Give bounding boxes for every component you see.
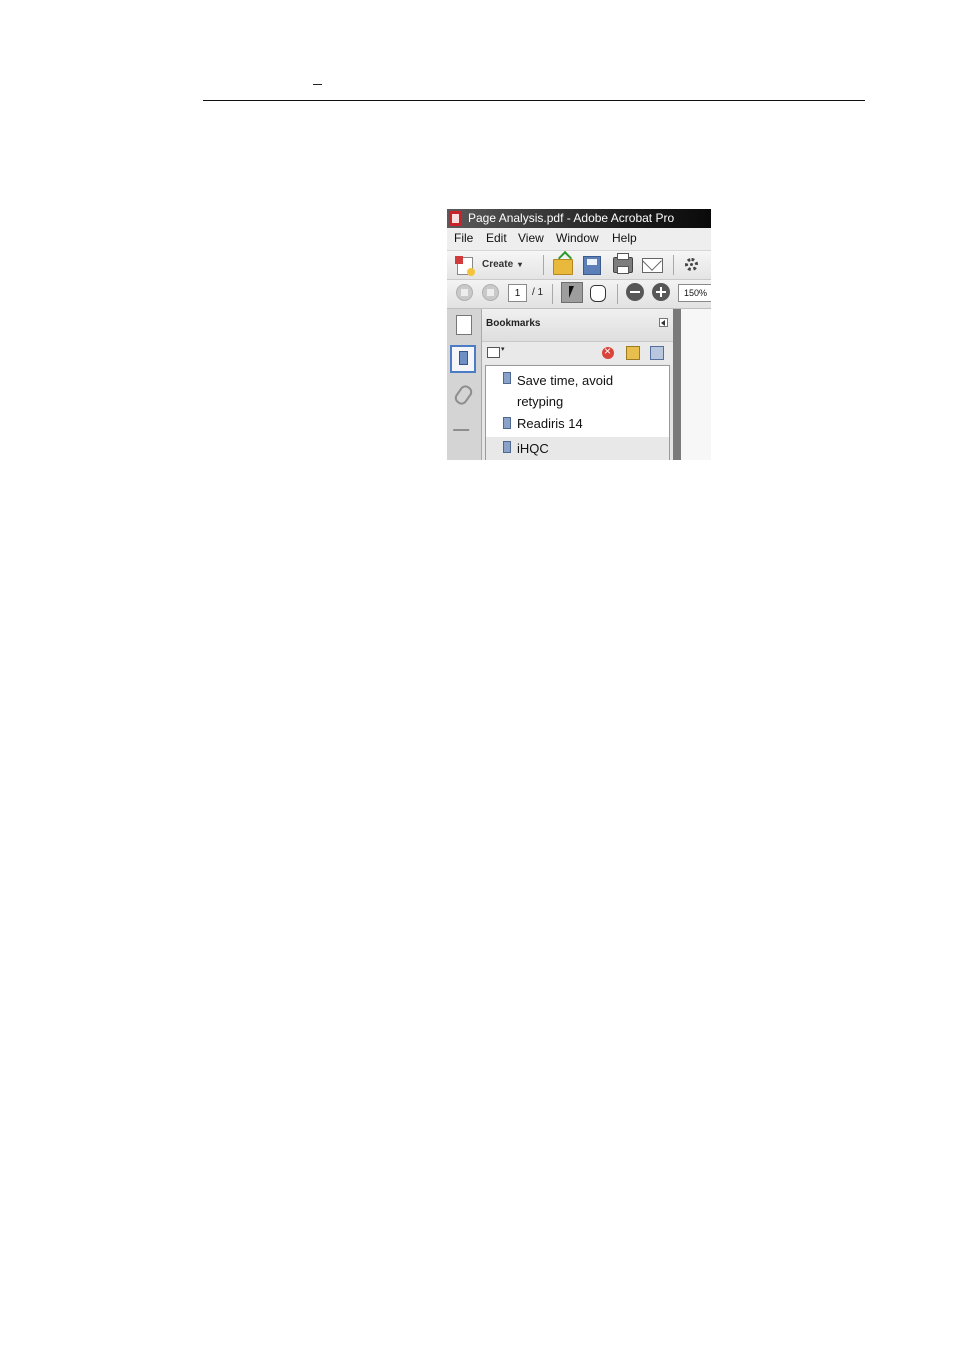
select-tool-icon[interactable] (561, 282, 583, 303)
header-rule (203, 100, 865, 101)
toolbar-separator (552, 284, 553, 304)
bookmark-label-line2: retyping (517, 394, 564, 409)
create-label: Create (482, 259, 514, 270)
toolbar-separator (673, 255, 674, 275)
page-total: / 1 (532, 287, 544, 298)
pdf-app-icon (449, 211, 462, 226)
panel-divider[interactable] (673, 309, 681, 460)
save-icon[interactable] (583, 256, 601, 275)
bookmark-icon (503, 372, 511, 384)
navigation-pane-rail (447, 309, 482, 460)
menu-file[interactable]: File (454, 228, 473, 249)
delete-bookmark-icon[interactable] (602, 344, 614, 359)
window-title: Page Analysis.pdf - Adobe Acrobat Pro (468, 211, 675, 225)
bookmark-item[interactable]: Save time, avoid retyping (486, 368, 669, 412)
bookmark-label: iHQC (517, 441, 549, 456)
signature-icon[interactable] (452, 419, 474, 431)
next-page-icon[interactable] (482, 284, 499, 301)
toolbar-separator (617, 284, 618, 304)
chevron-down-icon: ▾ (518, 260, 523, 269)
bookmark-label: Save time, avoid (517, 373, 614, 388)
bookmarks-list: Save time, avoid retyping Readiris 14 iH… (485, 365, 670, 460)
open-folder-icon[interactable] (553, 259, 573, 275)
pages-icon[interactable] (456, 315, 472, 335)
bookmark-label: Readiris 14 (517, 416, 583, 431)
print-icon[interactable] (613, 253, 633, 274)
menu-window[interactable]: Window (556, 228, 599, 249)
chevron-down-icon[interactable]: ▾ (501, 345, 505, 353)
header-mark (313, 84, 322, 85)
create-icon (455, 256, 475, 276)
menu-edit[interactable]: Edit (486, 228, 507, 249)
zoom-out-icon[interactable] (626, 283, 644, 301)
gear-icon[interactable] (685, 258, 698, 271)
bookmark-options-icon[interactable] (487, 347, 500, 358)
hand-icon[interactable] (590, 285, 606, 302)
window-titlebar: Page Analysis.pdf - Adobe Acrobat Pro (447, 209, 711, 228)
bookmarks-panel: Bookmarks ▾ Save time, avoid retyping Re… (482, 309, 673, 460)
acrobat-window-screenshot: Page Analysis.pdf - Adobe Acrobat Pro Fi… (447, 209, 711, 460)
bookmark-icon[interactable] (450, 345, 476, 373)
collapse-icon[interactable] (659, 318, 668, 327)
main-toolbar: Create ▾ (447, 251, 711, 280)
menu-help[interactable]: Help (612, 228, 637, 249)
menu-view[interactable]: View (518, 228, 544, 249)
zoom-level-input[interactable]: 150% (678, 284, 711, 302)
bookmark-item-selected[interactable]: iHQC (486, 437, 669, 460)
bookmark-icon (503, 417, 511, 429)
bookmark-icon (503, 441, 511, 453)
previous-page-icon[interactable] (456, 284, 473, 301)
bookmarks-header: Bookmarks (482, 309, 673, 342)
new-bookmark-icon[interactable] (626, 346, 640, 360)
document-area[interactable] (681, 309, 711, 460)
attachment-icon[interactable] (452, 383, 475, 407)
menu-bar: File Edit View Window Help (447, 228, 711, 251)
bookmarks-toolbar: ▾ (482, 342, 673, 364)
bookmarks-title: Bookmarks (486, 318, 541, 329)
toolbar-separator (543, 255, 544, 275)
bookmark-item[interactable]: Readiris 14 (486, 413, 669, 435)
zoom-in-icon[interactable] (652, 283, 670, 301)
page-number-input[interactable]: 1 (508, 284, 527, 302)
email-icon[interactable] (642, 258, 663, 273)
expand-bookmark-icon[interactable] (650, 346, 664, 360)
